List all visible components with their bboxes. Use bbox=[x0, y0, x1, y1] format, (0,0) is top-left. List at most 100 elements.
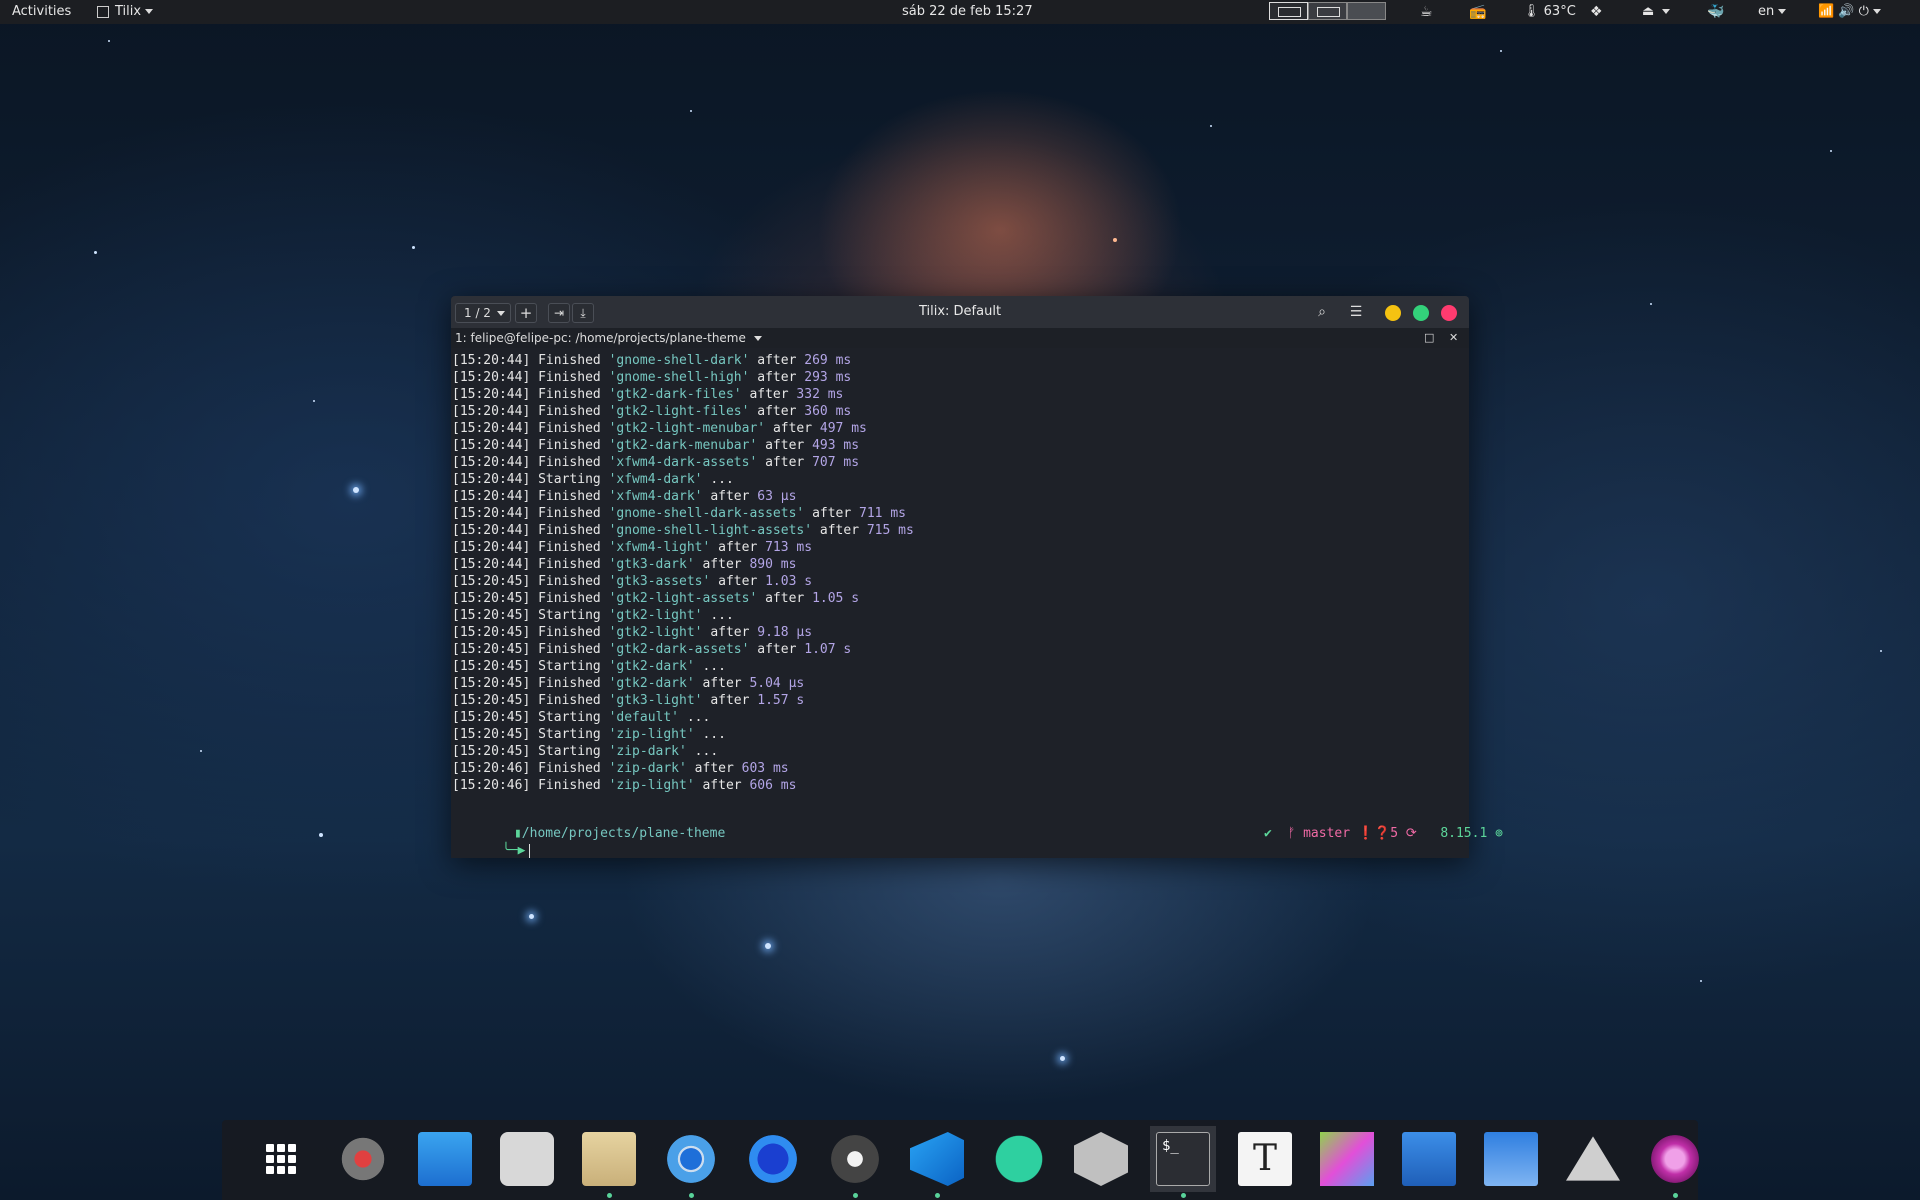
minimize-button[interactable] bbox=[1385, 305, 1401, 321]
terminal-line: [15:20:44] Starting 'xfwm4-dark' ... bbox=[452, 471, 734, 488]
log-duration: 715 bbox=[866, 523, 891, 538]
log-duration: 603 bbox=[741, 761, 766, 776]
chromium-icon[interactable] bbox=[658, 1126, 724, 1192]
volume-icon: 🔊 bbox=[1838, 4, 1855, 19]
downloader-icon[interactable] bbox=[412, 1126, 478, 1192]
terminal-maximize-icon[interactable]: □ bbox=[1424, 328, 1434, 348]
eject-menu[interactable]: ⏏ bbox=[1642, 0, 1671, 24]
files-icon[interactable] bbox=[576, 1126, 642, 1192]
log-task: 'gnome-shell-high' bbox=[608, 370, 750, 385]
log-ts: [15:20:44] bbox=[452, 523, 531, 538]
log-ts: [15:20:46] bbox=[452, 778, 531, 793]
settings-icon[interactable] bbox=[330, 1126, 396, 1192]
close-button[interactable] bbox=[1441, 305, 1457, 321]
hex-editor-icon[interactable] bbox=[1068, 1126, 1134, 1192]
caffeine-icon[interactable]: ☕ bbox=[1420, 0, 1433, 24]
log-verb: Finished bbox=[538, 676, 601, 691]
radio-icon[interactable]: 📻 bbox=[1469, 0, 1486, 24]
log-ts: [15:20:44] bbox=[452, 353, 531, 368]
disk-usage-graphic bbox=[1484, 1132, 1538, 1186]
workspace-1[interactable] bbox=[1269, 2, 1308, 20]
running-indicator bbox=[1673, 1193, 1678, 1198]
glade-icon[interactable] bbox=[1396, 1126, 1462, 1192]
gtk-inspector-icon[interactable] bbox=[1314, 1126, 1380, 1192]
log-duration: 9.18 bbox=[757, 625, 789, 640]
terminal-line: [15:20:44] Finished 'gtk2-dark-menubar' … bbox=[452, 437, 859, 454]
language-menu[interactable]: en bbox=[1758, 0, 1787, 24]
workspace-3[interactable] bbox=[1347, 2, 1386, 20]
tilix-window[interactable]: 1 / 2 + ⇥ ⤓ Tilix: Default ⌕ ☰ 1: felipe… bbox=[451, 296, 1503, 858]
log-duration: 293 bbox=[804, 370, 828, 385]
terminal-title-label: 1: felipe@felipe-pc: /home/projects/plan… bbox=[455, 331, 746, 345]
workspace-2[interactable] bbox=[1308, 2, 1347, 20]
typora-icon[interactable]: T bbox=[1232, 1126, 1298, 1192]
log-unit: ms bbox=[890, 506, 906, 521]
gtk-inspector-graphic bbox=[1320, 1132, 1374, 1186]
typora-graphic: T bbox=[1238, 1132, 1292, 1186]
log-task: 'gtk2-dark' bbox=[608, 659, 695, 674]
log-unit: ms bbox=[780, 557, 797, 572]
atom-icon[interactable] bbox=[986, 1126, 1052, 1192]
settings-graphic bbox=[336, 1132, 390, 1186]
log-task: 'gtk2-light' bbox=[608, 608, 703, 623]
skype-icon[interactable] bbox=[822, 1126, 888, 1192]
git-status-icons: ❗❓ bbox=[1357, 826, 1391, 841]
log-unit: s bbox=[796, 693, 805, 708]
terminal-line: [15:20:45] Starting 'zip-dark' ... bbox=[452, 743, 718, 760]
log-verb: Finished bbox=[538, 421, 601, 436]
pinta-icon[interactable] bbox=[1642, 1126, 1708, 1192]
chevron-down-icon bbox=[145, 9, 154, 14]
inkscape-icon[interactable] bbox=[1560, 1126, 1626, 1192]
terminal-titlebar[interactable]: 1: felipe@felipe-pc: /home/projects/plan… bbox=[451, 328, 1469, 348]
clock[interactable]: sáb 22 de feb 15:27 bbox=[902, 0, 1033, 24]
log-task: 'gnome-shell-light-assets' bbox=[608, 523, 813, 538]
log-ts: [15:20:44] bbox=[452, 472, 531, 487]
search-icon[interactable]: ⌕ bbox=[1310, 303, 1334, 323]
terminal-close-icon[interactable]: ✕ bbox=[1449, 328, 1458, 348]
log-ts: [15:20:45] bbox=[452, 642, 531, 657]
log-unit: ms bbox=[772, 761, 789, 776]
log-task: 'zip-light' bbox=[608, 727, 695, 742]
log-verb: Finished bbox=[538, 404, 601, 419]
star bbox=[94, 251, 97, 254]
prompt-input-line[interactable]: ╰─▶ bbox=[455, 825, 531, 858]
terminal-line: [15:20:46] Finished 'zip-dark' after 603… bbox=[452, 760, 789, 777]
log-after: after bbox=[757, 642, 797, 657]
tilix-icon[interactable]: $_ bbox=[1150, 1126, 1216, 1192]
pinta-graphic bbox=[1648, 1132, 1702, 1186]
maximize-button[interactable] bbox=[1413, 305, 1429, 321]
log-task: 'gtk2-dark' bbox=[608, 676, 695, 691]
node-icon: ⊚ bbox=[1495, 826, 1503, 841]
tweaks-graphic bbox=[500, 1132, 554, 1186]
dropbox-icon[interactable]: ❖ bbox=[1590, 0, 1603, 24]
activities-button[interactable]: Activities bbox=[12, 0, 71, 24]
system-menu[interactable]: 📶 🔊 ⏻ bbox=[1818, 0, 1881, 24]
title-bar[interactable]: 1 / 2 + ⇥ ⤓ Tilix: Default ⌕ ☰ bbox=[451, 296, 1469, 328]
hamburger-menu-icon[interactable]: ☰ bbox=[1344, 303, 1368, 323]
running-indicator bbox=[1181, 1193, 1186, 1198]
log-unit: ms bbox=[898, 523, 914, 538]
log-after: ... bbox=[702, 659, 726, 674]
disk-usage-icon[interactable] bbox=[1478, 1126, 1544, 1192]
app-menu[interactable]: Tilix bbox=[97, 0, 154, 24]
terminal-title[interactable]: 1: felipe@felipe-pc: /home/projects/plan… bbox=[455, 328, 762, 348]
log-verb: Finished bbox=[538, 574, 601, 589]
show-applications-icon[interactable] bbox=[248, 1126, 314, 1192]
log-duration: 1.57 bbox=[757, 693, 789, 708]
docker-icon[interactable]: 🐳 bbox=[1707, 0, 1724, 24]
vscode-icon[interactable] bbox=[904, 1126, 970, 1192]
firefox-icon[interactable] bbox=[740, 1126, 806, 1192]
log-after: after bbox=[749, 387, 789, 402]
tweaks-icon[interactable] bbox=[494, 1126, 560, 1192]
log-after: ... bbox=[710, 608, 734, 623]
log-unit: ms bbox=[851, 421, 867, 436]
check-icon: ✔ bbox=[1263, 826, 1272, 841]
star bbox=[1830, 150, 1832, 152]
prompt-path: /home/projects/plane-theme bbox=[521, 826, 726, 841]
top-bar: Activities Tilix sáb 22 de feb 15:27 ☕ 📻… bbox=[0, 0, 1920, 24]
log-verb: Finished bbox=[538, 557, 601, 572]
temperature-indicator[interactable]: 🌡 63°C bbox=[1523, 0, 1576, 24]
log-after: after bbox=[718, 540, 758, 555]
terminal-output[interactable]: [15:20:44] Finished 'gnome-shell-dark' a… bbox=[451, 348, 1503, 858]
log-task: 'zip-dark' bbox=[608, 744, 687, 759]
